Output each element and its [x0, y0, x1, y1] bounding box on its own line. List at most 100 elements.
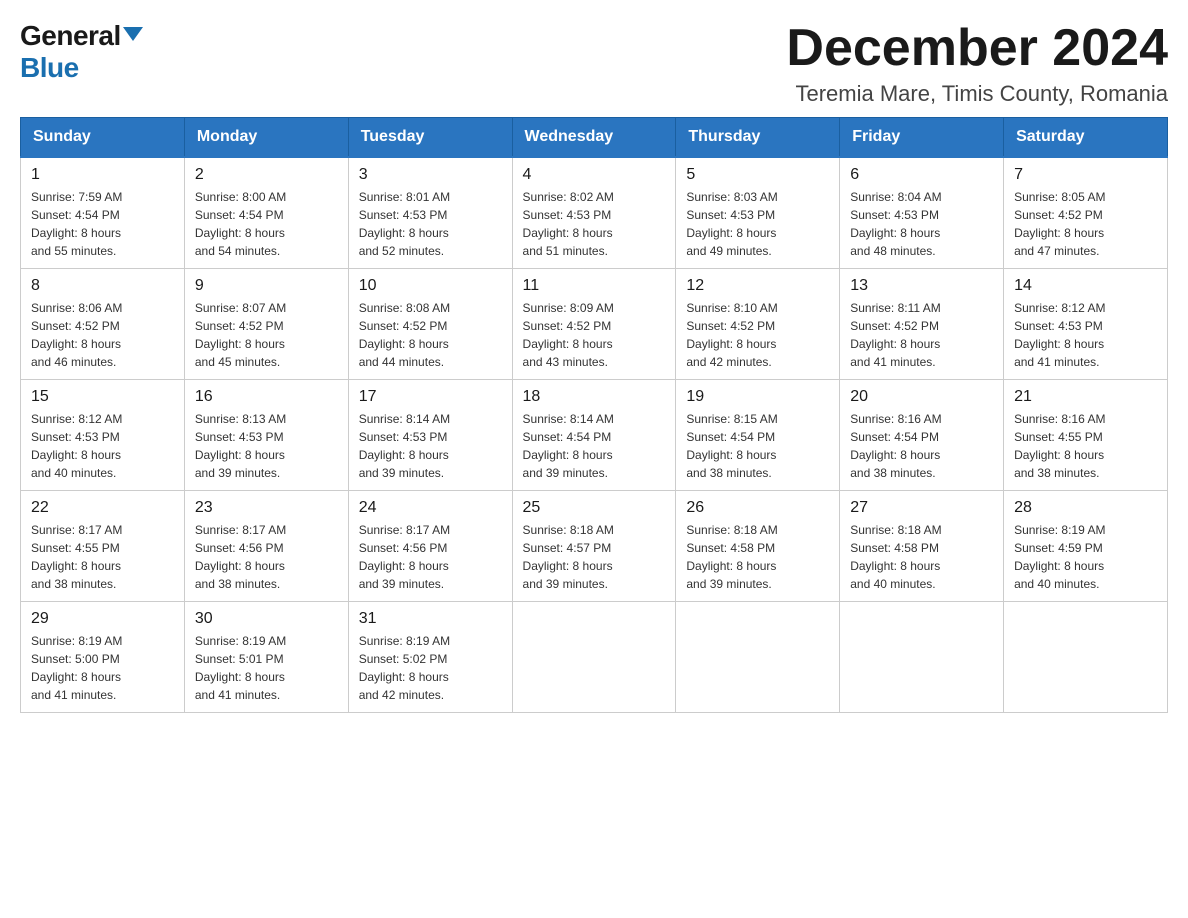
daylight-label: Daylight: 8 hours	[1014, 448, 1104, 462]
daylight-label: Daylight: 8 hours	[195, 448, 285, 462]
daylight-label: Daylight: 8 hours	[523, 448, 613, 462]
day-info: Sunrise: 8:08 AM Sunset: 4:52 PM Dayligh…	[359, 299, 502, 371]
day-cell: 26 Sunrise: 8:18 AM Sunset: 4:58 PM Dayl…	[676, 491, 840, 602]
day-number: 31	[359, 610, 502, 628]
daylight-minutes: and 38 minutes.	[850, 466, 935, 480]
day-cell: 4 Sunrise: 8:02 AM Sunset: 4:53 PM Dayli…	[512, 157, 676, 269]
sunset-label: Sunset: 4:57 PM	[523, 541, 612, 555]
day-cell: 10 Sunrise: 8:08 AM Sunset: 4:52 PM Dayl…	[348, 269, 512, 380]
daylight-label: Daylight: 8 hours	[686, 559, 776, 573]
day-number: 2	[195, 166, 338, 184]
day-number: 30	[195, 610, 338, 628]
daylight-minutes: and 44 minutes.	[359, 355, 444, 369]
day-number: 25	[523, 499, 666, 517]
day-info: Sunrise: 8:17 AM Sunset: 4:56 PM Dayligh…	[359, 521, 502, 593]
day-info: Sunrise: 8:18 AM Sunset: 4:57 PM Dayligh…	[523, 521, 666, 593]
daylight-minutes: and 42 minutes.	[686, 355, 771, 369]
sunrise-label: Sunrise: 8:19 AM	[195, 634, 286, 648]
sunrise-label: Sunrise: 8:18 AM	[523, 523, 614, 537]
sunrise-label: Sunrise: 8:17 AM	[359, 523, 450, 537]
daylight-label: Daylight: 8 hours	[523, 559, 613, 573]
day-cell: 17 Sunrise: 8:14 AM Sunset: 4:53 PM Dayl…	[348, 380, 512, 491]
daylight-label: Daylight: 8 hours	[195, 226, 285, 240]
day-info: Sunrise: 8:19 AM Sunset: 5:00 PM Dayligh…	[31, 632, 174, 704]
day-cell: 22 Sunrise: 8:17 AM Sunset: 4:55 PM Dayl…	[21, 491, 185, 602]
sunset-label: Sunset: 4:53 PM	[686, 208, 775, 222]
header-thursday: Thursday	[676, 118, 840, 158]
sunrise-label: Sunrise: 8:12 AM	[31, 412, 122, 426]
day-info: Sunrise: 8:05 AM Sunset: 4:52 PM Dayligh…	[1014, 188, 1157, 260]
header-wednesday: Wednesday	[512, 118, 676, 158]
daylight-label: Daylight: 8 hours	[1014, 337, 1104, 351]
day-cell: 2 Sunrise: 8:00 AM Sunset: 4:54 PM Dayli…	[184, 157, 348, 269]
daylight-minutes: and 45 minutes.	[195, 355, 280, 369]
sunrise-label: Sunrise: 8:09 AM	[523, 301, 614, 315]
daylight-minutes: and 52 minutes.	[359, 244, 444, 258]
daylight-label: Daylight: 8 hours	[359, 559, 449, 573]
daylight-minutes: and 39 minutes.	[359, 577, 444, 591]
day-info: Sunrise: 8:18 AM Sunset: 4:58 PM Dayligh…	[850, 521, 993, 593]
daylight-minutes: and 39 minutes.	[523, 466, 608, 480]
daylight-label: Daylight: 8 hours	[1014, 226, 1104, 240]
daylight-minutes: and 40 minutes.	[31, 466, 116, 480]
day-number: 29	[31, 610, 174, 628]
week-row-2: 8 Sunrise: 8:06 AM Sunset: 4:52 PM Dayli…	[21, 269, 1168, 380]
day-cell	[1004, 602, 1168, 713]
daylight-label: Daylight: 8 hours	[359, 337, 449, 351]
daylight-label: Daylight: 8 hours	[31, 559, 121, 573]
day-number: 17	[359, 388, 502, 406]
day-cell	[676, 602, 840, 713]
day-cell: 20 Sunrise: 8:16 AM Sunset: 4:54 PM Dayl…	[840, 380, 1004, 491]
daylight-label: Daylight: 8 hours	[850, 226, 940, 240]
page-header: General Blue December 2024 Teremia Mare,…	[20, 20, 1168, 107]
daylight-label: Daylight: 8 hours	[359, 448, 449, 462]
daylight-label: Daylight: 8 hours	[686, 337, 776, 351]
day-cell: 27 Sunrise: 8:18 AM Sunset: 4:58 PM Dayl…	[840, 491, 1004, 602]
logo-blue-text: Blue	[20, 52, 79, 84]
day-cell: 24 Sunrise: 8:17 AM Sunset: 4:56 PM Dayl…	[348, 491, 512, 602]
day-number: 15	[31, 388, 174, 406]
day-number: 12	[686, 277, 829, 295]
daylight-label: Daylight: 8 hours	[523, 226, 613, 240]
daylight-minutes: and 55 minutes.	[31, 244, 116, 258]
sunset-label: Sunset: 4:53 PM	[523, 208, 612, 222]
daylight-label: Daylight: 8 hours	[1014, 559, 1104, 573]
day-cell: 19 Sunrise: 8:15 AM Sunset: 4:54 PM Dayl…	[676, 380, 840, 491]
day-number: 11	[523, 277, 666, 295]
sunrise-label: Sunrise: 8:18 AM	[686, 523, 777, 537]
day-info: Sunrise: 8:01 AM Sunset: 4:53 PM Dayligh…	[359, 188, 502, 260]
daylight-label: Daylight: 8 hours	[195, 337, 285, 351]
day-number: 10	[359, 277, 502, 295]
day-number: 22	[31, 499, 174, 517]
day-cell: 13 Sunrise: 8:11 AM Sunset: 4:52 PM Dayl…	[840, 269, 1004, 380]
day-cell: 23 Sunrise: 8:17 AM Sunset: 4:56 PM Dayl…	[184, 491, 348, 602]
daylight-minutes: and 38 minutes.	[1014, 466, 1099, 480]
daylight-minutes: and 48 minutes.	[850, 244, 935, 258]
sunrise-label: Sunrise: 8:14 AM	[523, 412, 614, 426]
day-info: Sunrise: 8:06 AM Sunset: 4:52 PM Dayligh…	[31, 299, 174, 371]
sunset-label: Sunset: 4:53 PM	[850, 208, 939, 222]
day-info: Sunrise: 8:19 AM Sunset: 5:02 PM Dayligh…	[359, 632, 502, 704]
sunset-label: Sunset: 4:52 PM	[1014, 208, 1103, 222]
day-info: Sunrise: 8:17 AM Sunset: 4:55 PM Dayligh…	[31, 521, 174, 593]
daylight-label: Daylight: 8 hours	[686, 226, 776, 240]
daylight-label: Daylight: 8 hours	[31, 670, 121, 684]
sunrise-label: Sunrise: 8:07 AM	[195, 301, 286, 315]
day-cell: 29 Sunrise: 8:19 AM Sunset: 5:00 PM Dayl…	[21, 602, 185, 713]
daylight-minutes: and 46 minutes.	[31, 355, 116, 369]
day-number: 26	[686, 499, 829, 517]
day-info: Sunrise: 8:16 AM Sunset: 4:55 PM Dayligh…	[1014, 410, 1157, 482]
sunset-label: Sunset: 4:55 PM	[1014, 430, 1103, 444]
daylight-label: Daylight: 8 hours	[195, 559, 285, 573]
daylight-label: Daylight: 8 hours	[31, 448, 121, 462]
day-number: 7	[1014, 166, 1157, 184]
day-info: Sunrise: 8:18 AM Sunset: 4:58 PM Dayligh…	[686, 521, 829, 593]
day-info: Sunrise: 8:04 AM Sunset: 4:53 PM Dayligh…	[850, 188, 993, 260]
daylight-minutes: and 39 minutes.	[195, 466, 280, 480]
daylight-minutes: and 39 minutes.	[686, 577, 771, 591]
day-number: 23	[195, 499, 338, 517]
sunrise-label: Sunrise: 8:02 AM	[523, 190, 614, 204]
day-number: 20	[850, 388, 993, 406]
day-info: Sunrise: 8:00 AM Sunset: 4:54 PM Dayligh…	[195, 188, 338, 260]
day-number: 14	[1014, 277, 1157, 295]
